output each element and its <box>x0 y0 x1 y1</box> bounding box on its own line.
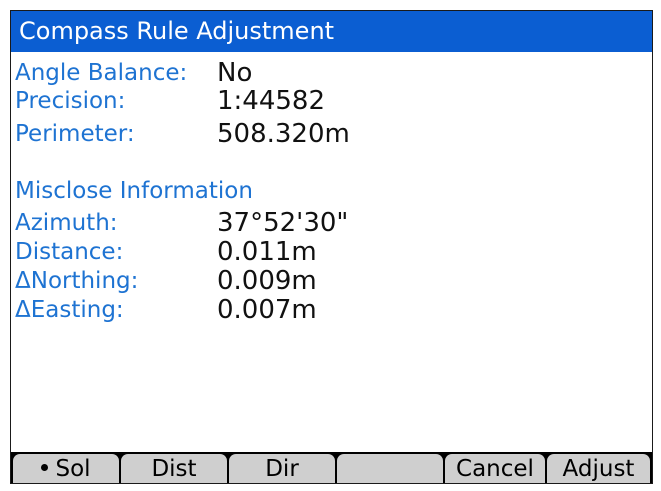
selected-dot-icon <box>41 464 49 471</box>
misclose-heading: Misclose Information <box>15 178 253 204</box>
blank-softkey[interactable] <box>337 454 443 483</box>
delta-northing-value: 0.009m <box>217 266 317 296</box>
delta-easting-value: 0.007m <box>217 295 317 325</box>
calculator-screen: Compass Rule Adjustment Angle Balance: N… <box>10 10 653 484</box>
dir-softkey-label: Dir <box>265 456 299 482</box>
distance-label: Distance: <box>15 239 124 265</box>
azimuth-value: 37°52'30" <box>217 208 349 238</box>
sol-softkey[interactable]: Sol <box>13 454 119 483</box>
angle-balance-value: No <box>217 58 253 88</box>
perimeter-label: Perimeter: <box>15 121 135 147</box>
angle-balance-label: Angle Balance: <box>15 60 188 86</box>
perimeter-value: 508.320m <box>217 119 350 149</box>
cancel-softkey[interactable]: Cancel <box>445 454 545 483</box>
delta-northing-label: ΔNorthing: <box>15 268 139 294</box>
dist-softkey[interactable]: Dist <box>121 454 227 483</box>
distance-value: 0.011m <box>217 237 317 267</box>
softkey-bar: Sol Dist Dir Cancel Adjust <box>11 452 652 483</box>
azimuth-label: Azimuth: <box>15 210 118 236</box>
adjust-softkey-label: Adjust <box>562 456 635 482</box>
dist-softkey-label: Dist <box>151 456 197 482</box>
adjust-softkey[interactable]: Adjust <box>547 454 650 483</box>
precision-value: 1:44582 <box>217 86 326 116</box>
cancel-softkey-label: Cancel <box>456 456 534 482</box>
precision-label: Precision: <box>15 88 126 114</box>
delta-easting-label: ΔEasting: <box>15 297 124 323</box>
sol-softkey-label: Sol <box>55 456 91 482</box>
page-title: Compass Rule Adjustment <box>11 11 652 52</box>
dir-softkey[interactable]: Dir <box>229 454 335 483</box>
